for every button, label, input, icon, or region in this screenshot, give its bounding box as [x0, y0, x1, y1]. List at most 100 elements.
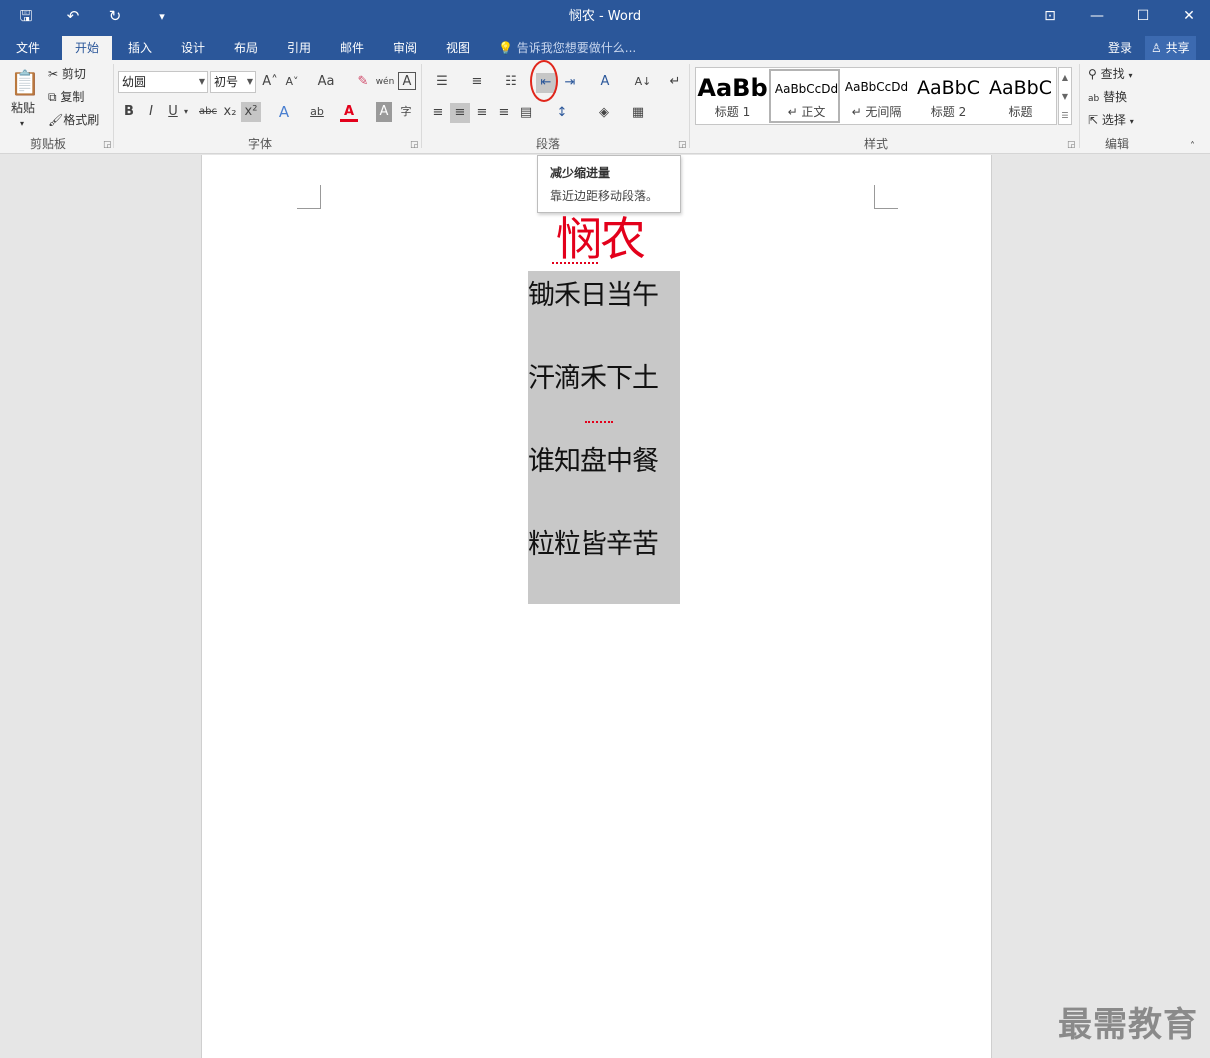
chevron-up-icon[interactable]: ▲	[1059, 68, 1071, 87]
style-sample: AaBbCcDd	[844, 80, 909, 94]
copy-label: 复制	[60, 90, 85, 104]
style-name: 标题 2	[930, 105, 967, 119]
style-normal[interactable]: AaBbCcDd ↵ 正文	[769, 69, 840, 123]
select-button[interactable]: ⇱ 选择 ▾	[1088, 111, 1134, 131]
copy-button[interactable]: ⧉ 复制	[48, 88, 84, 106]
replace-label: 替换	[1103, 90, 1128, 104]
justify-icon[interactable]: ≡	[494, 103, 514, 123]
font-launcher-icon[interactable]: ◲	[410, 140, 419, 150]
maximize-icon[interactable]: ☐	[1120, 0, 1166, 33]
tell-me-placeholder: 告诉我您想要做什么...	[516, 41, 637, 55]
ribbon-tab-bar: 文件 开始 插入 设计 布局 引用 邮件 审阅 视图 💡 告诉我您想要做什么..…	[0, 33, 1210, 60]
select-label: 选择	[1101, 113, 1126, 127]
character-border-icon[interactable]: A	[398, 72, 416, 90]
cut-button[interactable]: ✂ 剪切	[48, 65, 86, 83]
poem-line[interactable]: 粒粒皆辛苦	[528, 528, 678, 562]
style-heading-1[interactable]: AaBb 标题 1	[697, 69, 768, 123]
paste-dropdown-icon[interactable]: ▾	[20, 115, 24, 133]
styles-launcher-icon[interactable]: ◲	[1067, 140, 1076, 150]
clipboard-launcher-icon[interactable]: ◲	[103, 140, 112, 150]
style-heading-2[interactable]: AaBbC 标题 2	[913, 69, 984, 123]
tab-design[interactable]: 设计	[171, 36, 215, 60]
chevron-down-icon: ▼	[198, 77, 205, 86]
chevron-down-icon[interactable]: ▾	[181, 102, 191, 122]
multilevel-list-icon[interactable]: ☷	[497, 72, 525, 92]
tab-file[interactable]: 文件	[6, 36, 50, 60]
align-left-icon[interactable]: ≡	[428, 103, 448, 123]
document-page[interactable]: 悯农 锄禾日当午 汗滴禾下土 谁知盘中餐 粒粒皆辛苦	[201, 155, 992, 1058]
sort-icon[interactable]: A↓	[632, 72, 654, 92]
find-button[interactable]: ⚲ 查找 ▾	[1088, 65, 1132, 85]
borders-icon[interactable]: ▦	[624, 103, 652, 123]
group-divider	[421, 64, 422, 148]
character-shading-icon[interactable]: A	[376, 102, 392, 122]
numbering-icon[interactable]: ≡	[462, 72, 492, 92]
enclose-characters-icon[interactable]: 字	[396, 102, 416, 122]
increase-indent-icon[interactable]: ⇥	[560, 73, 580, 93]
sign-in-link[interactable]: 登录	[1108, 36, 1132, 60]
watermark-logo: 最需教育	[1058, 1005, 1198, 1045]
clear-formatting-icon[interactable]: ✎	[354, 72, 372, 92]
document-title[interactable]: 悯农	[550, 211, 650, 267]
font-name-combo[interactable]: 幼圆 ▼	[118, 71, 208, 93]
font-size-value: 初号	[214, 75, 239, 89]
style-title[interactable]: AaBbC 标题	[985, 69, 1056, 123]
highlight-color-icon[interactable]: ab	[306, 102, 328, 122]
close-icon[interactable]: ✕	[1166, 0, 1210, 33]
font-color-icon[interactable]: A	[340, 102, 358, 122]
tell-me-search[interactable]: 💡 告诉我您想要做什么...	[498, 36, 636, 60]
cut-label: 剪切	[61, 67, 86, 81]
subscript-icon[interactable]: x₂	[221, 102, 239, 122]
change-case-icon[interactable]: Aa	[311, 72, 341, 92]
superscript-icon[interactable]: x²	[241, 102, 261, 122]
tab-layout[interactable]: 布局	[224, 36, 268, 60]
paragraph-launcher-icon[interactable]: ◲	[678, 140, 687, 150]
lightbulb-icon: 💡	[498, 41, 513, 55]
tab-mailings[interactable]: 邮件	[330, 36, 374, 60]
font-name-value: 幼圆	[122, 75, 147, 89]
styles-gallery-scroll[interactable]: ▲ ▼ ☰	[1058, 67, 1072, 125]
tab-view[interactable]: 视图	[436, 36, 480, 60]
grow-font-icon[interactable]: A˄	[261, 72, 279, 92]
collapse-ribbon-icon[interactable]: ˄	[1190, 138, 1195, 156]
format-painter-button[interactable]: 🖌格式刷	[48, 111, 99, 129]
copy-icon: ⧉	[48, 90, 57, 104]
style-name: 标题	[1008, 105, 1033, 119]
chinese-layout-icon[interactable]: A	[590, 72, 620, 92]
poem-line[interactable]: 汗滴禾下土	[528, 362, 678, 396]
italic-icon[interactable]: I	[143, 102, 159, 122]
paragraph-group-label: 段落	[535, 137, 560, 151]
show-marks-icon[interactable]: ↵	[666, 72, 684, 92]
paragraph-shading-icon[interactable]: ◈	[590, 103, 618, 123]
poem-line[interactable]: 谁知盘中餐	[528, 445, 678, 479]
align-center-icon[interactable]: ≡	[450, 103, 470, 123]
paste-icon[interactable]: 📋	[10, 68, 40, 98]
poem-line[interactable]: 锄禾日当午	[528, 279, 678, 313]
replace-button[interactable]: ab 替换	[1088, 88, 1127, 108]
tab-references[interactable]: 引用	[277, 36, 321, 60]
tab-insert[interactable]: 插入	[118, 36, 162, 60]
tab-review[interactable]: 审阅	[383, 36, 427, 60]
highlight-circle-annotation	[530, 60, 558, 102]
clipboard-group-label: 剪贴板	[29, 137, 66, 151]
text-effects-icon[interactable]: A	[274, 102, 294, 122]
tab-home[interactable]: 开始	[62, 36, 112, 60]
share-button[interactable]: ♙ 共享	[1145, 36, 1196, 60]
minimize-icon[interactable]: —	[1074, 0, 1120, 33]
phonetic-guide-icon[interactable]: wén	[375, 72, 395, 92]
font-size-combo[interactable]: 初号 ▼	[210, 71, 256, 93]
bold-icon[interactable]: B	[121, 102, 137, 122]
distributed-icon[interactable]: ▤	[516, 103, 536, 123]
shrink-font-icon[interactable]: A˅	[283, 72, 301, 92]
style-no-spacing[interactable]: AaBbCcDd ↵ 无间隔	[841, 69, 912, 123]
bullets-icon[interactable]: ☰	[428, 72, 456, 92]
styles-gallery: AaBb 标题 1 AaBbCcDd ↵ 正文 AaBbCcDd ↵ 无间隔 A…	[695, 67, 1057, 125]
ribbon-display-options-icon[interactable]: ⊡	[1027, 0, 1073, 33]
strikethrough-icon[interactable]: abc	[197, 102, 219, 122]
more-icon[interactable]: ☰	[1059, 106, 1071, 125]
align-right-icon[interactable]: ≡	[472, 103, 492, 123]
find-label: 查找	[1100, 67, 1125, 81]
line-spacing-icon[interactable]: ↕	[548, 103, 576, 123]
chevron-down-icon[interactable]: ▼	[1059, 87, 1071, 106]
underline-icon[interactable]: U	[165, 102, 181, 122]
